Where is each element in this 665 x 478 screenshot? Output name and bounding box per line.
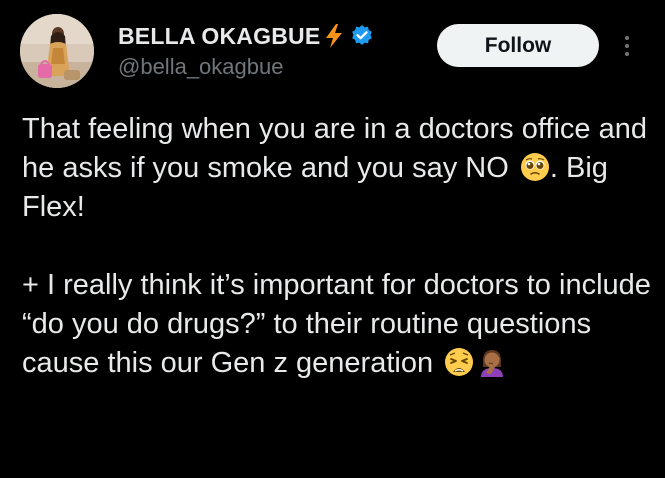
follow-button[interactable]: Follow xyxy=(437,24,599,67)
more-dot xyxy=(625,44,629,48)
more-dot xyxy=(625,52,629,56)
tweet-paragraph-1: That feeling when you are in a doctors o… xyxy=(22,110,652,227)
author-handle[interactable]: @bella_okagbue xyxy=(118,54,374,80)
tweet-text: That feeling when you are in a doctors o… xyxy=(22,110,652,383)
tweet-card: BELLA OKAGBUE @bella_okagbue Follow That… xyxy=(0,0,665,478)
woman-facepalming-emoji-icon xyxy=(477,347,507,377)
avatar[interactable] xyxy=(20,14,94,88)
name-row: BELLA OKAGBUE xyxy=(118,20,374,52)
high-voltage-emoji-icon xyxy=(323,23,345,49)
verified-badge-icon[interactable] xyxy=(350,24,374,48)
display-name[interactable]: BELLA OKAGBUE xyxy=(118,23,320,50)
more-dot xyxy=(625,36,629,40)
profile-photo-icon xyxy=(20,14,94,88)
more-options-icon[interactable] xyxy=(612,30,642,62)
weary-face-emoji-icon xyxy=(444,347,474,377)
tweet-text-span: + I really think it’s important for doct… xyxy=(22,269,651,379)
pleading-face-emoji-icon xyxy=(520,152,550,182)
author-header: BELLA OKAGBUE @bella_okagbue xyxy=(118,20,374,80)
tweet-paragraph-2: + I really think it’s important for doct… xyxy=(22,266,652,383)
